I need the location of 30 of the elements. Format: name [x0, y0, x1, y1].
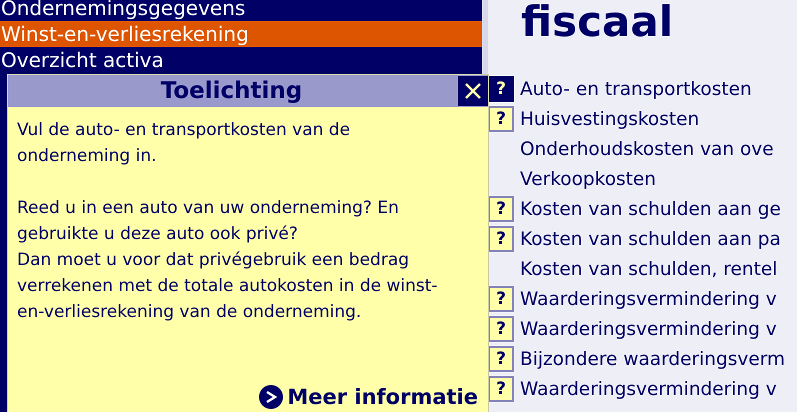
help-button[interactable]: ?: [488, 196, 514, 222]
cost-item[interactable]: Onderhoudskosten van ove: [520, 138, 774, 160]
cost-item[interactable]: Auto- en transportkosten: [520, 78, 752, 100]
more-info-link[interactable]: Meer informatie: [259, 385, 478, 409]
cost-item[interactable]: Kosten van schulden aan pa: [520, 228, 781, 250]
help-button[interactable]: ?: [488, 376, 514, 402]
help-button[interactable]: ?: [488, 226, 514, 252]
page-heading: fiscaal: [521, 0, 674, 48]
sidebar-item[interactable]: Overzicht activa: [0, 47, 482, 73]
help-button[interactable]: ?: [488, 76, 514, 102]
close-button[interactable]: [458, 76, 488, 106]
help-button[interactable]: ?: [488, 106, 514, 132]
cost-item[interactable]: Bijzondere waarderingsverm: [520, 348, 786, 370]
help-button[interactable]: ?: [488, 316, 514, 342]
help-button[interactable]: ?: [488, 286, 514, 312]
help-text: Vul de auto- en transportkosten van de onderneming in.: [17, 119, 352, 168]
sidebar-item[interactable]: Winst-en-verliesrekening: [0, 21, 482, 47]
cost-item[interactable]: Huisvestingskosten: [520, 108, 700, 130]
close-icon: [464, 82, 482, 100]
cost-item[interactable]: Waarderingsvermindering v: [520, 378, 777, 400]
cost-item[interactable]: Waarderingsvermindering v: [520, 318, 777, 340]
cost-item[interactable]: Kosten van schulden, rentel: [520, 258, 778, 280]
sidebar-item[interactable]: Ondernemingsgegevens: [0, 0, 482, 21]
help-button[interactable]: ?: [488, 346, 514, 372]
popup-title: Toelichting: [160, 77, 304, 106]
cost-item[interactable]: Kosten van schulden aan ge: [520, 198, 781, 220]
arrow-circle-icon: [259, 385, 284, 409]
cost-item[interactable]: Waarderingsvermindering v: [520, 288, 777, 310]
cost-item[interactable]: Verkoopkosten: [520, 168, 656, 190]
help-text: Reed u in een auto van uw onderneming? En gebruikte u deze auto ook privé? Dan moet u voor dat privégebruik een bedrag verrekenen met de totale autokosten in de winst-en-verliesrekening van de onderneming.: [17, 197, 439, 324]
